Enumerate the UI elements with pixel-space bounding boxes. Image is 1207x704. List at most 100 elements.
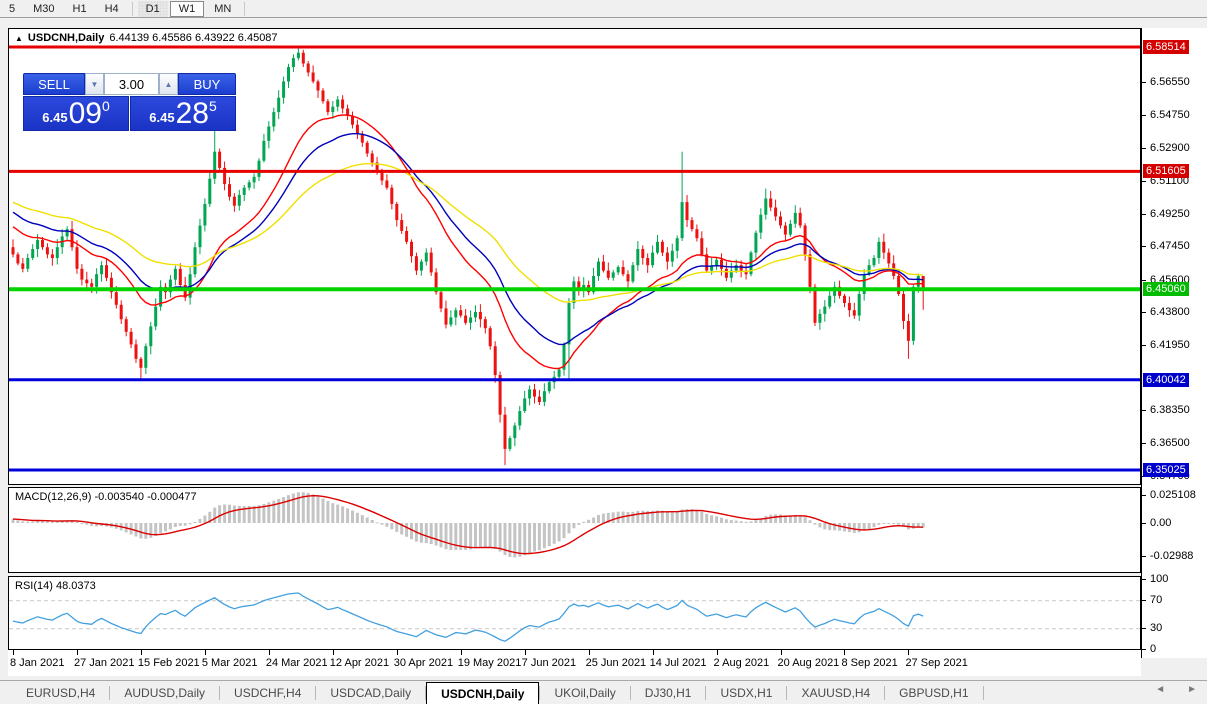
date-tick-mark (525, 650, 526, 655)
macd-tick-label: -0.02988 (1150, 550, 1193, 562)
buy-price-big: 28 (176, 100, 209, 128)
price-level-badge: 6.45060 (1143, 282, 1189, 296)
axis-tick-mark (1142, 181, 1146, 182)
date-tick-mark (781, 650, 782, 655)
volume-increase-button[interactable]: ▲ (159, 73, 178, 95)
price-tick-label: 6.49250 (1150, 208, 1190, 220)
rsi-tick-label: 70 (1150, 594, 1162, 606)
date-label: 20 Aug 2021 (778, 657, 840, 669)
axis-tick-mark (1142, 312, 1146, 313)
chart-tab-usdcad[interactable]: USDCAD,Daily (316, 681, 425, 704)
timeframe-button-5[interactable]: 5 (1, 1, 23, 17)
collapse-triangle-icon[interactable]: ▲ (15, 34, 23, 43)
axis-tick-mark (1142, 410, 1146, 411)
chart-symbol-label: USDCNH,Daily (28, 32, 104, 44)
axis-tick-mark (1142, 148, 1146, 149)
chart-title: ▲ USDCNH,Daily 6.44139 6.45586 6.43922 6… (15, 32, 278, 44)
axis-tick-mark (1142, 280, 1146, 281)
chart-tab-ukoil[interactable]: UKOil,Daily (540, 681, 629, 704)
price-level-badge: 6.58514 (1143, 40, 1189, 54)
date-tick-mark (589, 650, 590, 655)
buy-price[interactable]: 6.45 28 5 (130, 96, 236, 131)
sell-price[interactable]: 6.45 09 0 (23, 96, 129, 131)
date-axis: 8 Jan 202127 Jan 202115 Feb 20215 Mar 20… (8, 650, 1141, 676)
axis-tick-mark (1142, 115, 1146, 116)
timeframe-button-m30[interactable]: M30 (25, 1, 62, 17)
macd-indicator-panel: MACD(12,26,9) -0.003540 -0.000477 (8, 487, 1141, 573)
timeframe-button-mn[interactable]: MN (206, 1, 239, 17)
rsi-line (13, 593, 923, 641)
chart-tab-dj30[interactable]: DJ30,H1 (631, 681, 706, 704)
rsi-label: RSI(14) 48.0373 (15, 580, 96, 592)
ma-medium-line (13, 134, 923, 345)
date-label: 25 Jun 2021 (586, 657, 647, 669)
date-tick-mark (333, 650, 334, 655)
chart-tab-audusd[interactable]: AUDUSD,Daily (110, 681, 219, 704)
sell-button[interactable]: SELL (23, 73, 85, 95)
price-tick-label: 6.47450 (1150, 240, 1190, 252)
date-label: 2 Aug 2021 (714, 657, 770, 669)
tab-scroll-left-button[interactable]: ◄ (1155, 684, 1165, 695)
volume-input[interactable]: 3.00 (104, 73, 159, 95)
date-tick-mark (653, 650, 654, 655)
date-label: 30 Apr 2021 (394, 657, 453, 669)
buy-price-small: 6.45 (149, 110, 174, 125)
rsi-tick-label: 100 (1150, 573, 1168, 585)
date-label: 27 Sep 2021 (905, 657, 967, 669)
chart-tab-usdx[interactable]: USDX,H1 (706, 681, 786, 704)
chart-tab-eurusd[interactable]: EURUSD,H4 (12, 681, 109, 704)
date-label: 5 Mar 2021 (202, 657, 258, 669)
price-level-badge: 6.51605 (1143, 164, 1189, 178)
axis-tick-mark (1142, 600, 1146, 601)
timeframe-button-h4[interactable]: H4 (97, 1, 127, 17)
macd-tick-label: 0.00 (1150, 517, 1171, 529)
price-tick-label: 6.54750 (1150, 109, 1190, 121)
date-tick-mark (13, 650, 14, 655)
date-label: 19 May 2021 (458, 657, 522, 669)
chart-tab-usdcnh[interactable]: USDCNH,Daily (426, 682, 539, 704)
chart-tab-usdchf[interactable]: USDCHF,H4 (220, 681, 315, 704)
date-label: 27 Jan 2021 (74, 657, 135, 669)
buy-price-sup: 5 (209, 98, 217, 114)
chart-tab-gbpusd[interactable]: GBPUSD,H1 (885, 681, 982, 704)
macd-label: MACD(12,26,9) -0.003540 -0.000477 (15, 491, 197, 503)
tab-scroll-right-button[interactable]: ► (1187, 684, 1197, 695)
toolbar-separator (132, 2, 133, 16)
chart-tab-xauusd[interactable]: XAUUSD,H4 (787, 681, 884, 704)
rsi-tick-label: 30 (1150, 622, 1162, 634)
date-tick-mark (844, 650, 845, 655)
axis-tick-mark (1142, 556, 1146, 557)
rsi-indicator-panel: RSI(14) 48.0373 (8, 576, 1141, 650)
price-chart-panel[interactable]: ▲ USDCNH,Daily 6.44139 6.45586 6.43922 6… (8, 28, 1141, 485)
chart-tab-bar: EURUSD,H4AUDUSD,DailyUSDCHF,H4USDCAD,Dai… (0, 680, 1207, 704)
date-label: 7 Jun 2021 (522, 657, 576, 669)
chart-ohlc-values: 6.44139 6.45586 6.43922 6.45087 (109, 32, 277, 44)
price-tick-label: 6.38350 (1150, 404, 1190, 416)
date-tick-mark (461, 650, 462, 655)
price-level-badge: 6.35025 (1143, 463, 1189, 477)
tab-separator (983, 686, 984, 700)
date-label: 8 Sep 2021 (841, 657, 897, 669)
volume-decrease-button[interactable]: ▼ (85, 73, 104, 95)
sell-price-sup: 0 (102, 98, 110, 114)
date-label: 15 Feb 2021 (138, 657, 200, 669)
buy-button[interactable]: BUY (178, 73, 236, 95)
date-tick-mark (205, 650, 206, 655)
price-tick-label: 6.41950 (1150, 339, 1190, 351)
axis-tick-mark (1142, 579, 1146, 580)
price-tick-label: 6.36500 (1150, 437, 1190, 449)
axis-tick-mark (1142, 523, 1146, 524)
price-level-badge: 6.40042 (1143, 373, 1189, 387)
toolbar-separator (244, 2, 245, 16)
date-label: 12 Apr 2021 (330, 657, 389, 669)
rsi-tick-label: 0 (1150, 643, 1156, 655)
axis-tick-mark (1142, 495, 1146, 496)
timeframe-button-w1[interactable]: W1 (170, 1, 205, 17)
sell-price-big: 09 (69, 100, 102, 128)
date-tick-mark (397, 650, 398, 655)
rsi-canvas (9, 577, 1140, 649)
sell-price-small: 6.45 (42, 110, 67, 125)
timeframe-button-h1[interactable]: H1 (65, 1, 95, 17)
timeframe-button-d1[interactable]: D1 (138, 1, 168, 17)
tab-scrollers: ◄ ► (1155, 684, 1197, 695)
